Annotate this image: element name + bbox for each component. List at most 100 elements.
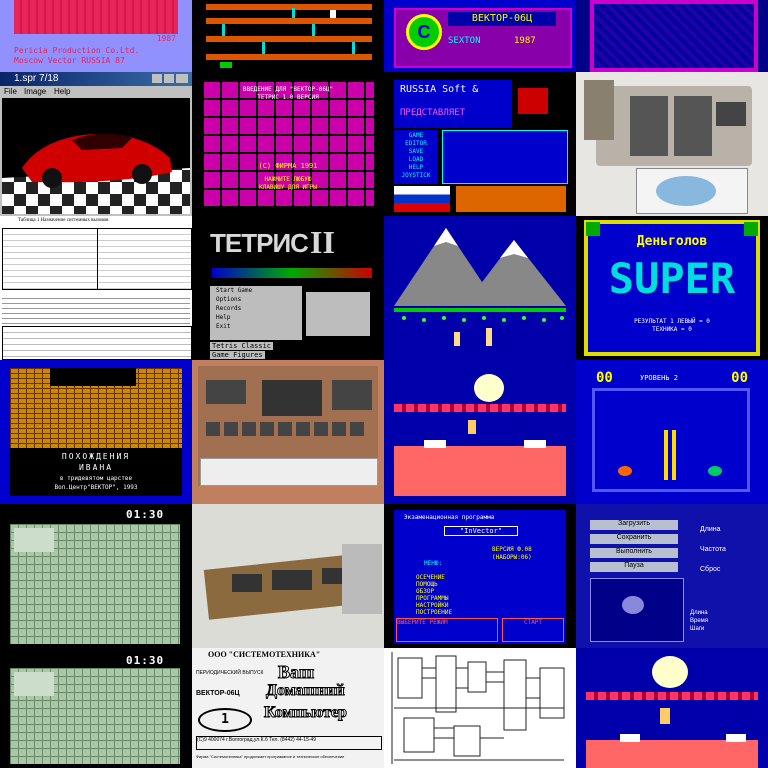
invector-box: "InVector" xyxy=(444,526,518,536)
score-right: 00 xyxy=(731,370,748,386)
vector-title: ВЕКТОР-06Ц xyxy=(448,12,556,26)
menu-editor[interactable]: EDITOR xyxy=(394,140,438,148)
sim-ball-icon xyxy=(622,596,644,614)
menu-item-6[interactable]: ПОСТРОЕНИЕ xyxy=(416,609,506,616)
tile-invector-menu: Экзаменационная программа "InVector" ВЕР… xyxy=(384,504,576,648)
tile-circuit-schematic xyxy=(384,648,576,768)
ivan-line-2: ИВАНА xyxy=(78,463,114,472)
duck-left-icon xyxy=(618,466,632,476)
sim-button-2[interactable]: Сохранить xyxy=(590,534,678,544)
menu-item-3[interactable]: ОБЗОР xyxy=(416,588,506,595)
ad-header: ООО "СИСТЕМОТЕХНИКА" xyxy=(208,650,321,659)
menu-save[interactable]: SAVE xyxy=(394,148,438,156)
menu-records[interactable]: Records xyxy=(210,304,302,313)
ad-left-2: ВЕКТОР-06Ц xyxy=(196,690,240,697)
readout-1: Длина xyxy=(690,610,708,616)
menu-exit[interactable]: Exit xyxy=(210,322,302,331)
close-button[interactable] xyxy=(176,74,188,83)
sim-side-2: Частота xyxy=(700,546,726,553)
intro-line-1: ВВЕДЕНИЕ ДЛЯ "ВЕКТОР-06Ц" xyxy=(242,86,334,93)
sim-side-1: Длина xyxy=(700,526,721,533)
year-text: 1987 xyxy=(156,34,176,43)
vector-bottom-right: 1987 xyxy=(514,36,536,46)
sim-button-4[interactable]: Пауза xyxy=(590,562,678,572)
ad-left-1: ПЕРИОДИЧЕСКИЙ ВЫПУСК xyxy=(196,670,264,676)
ivan-line-4: Вол.Центр"ВЕКТОР", 1993 xyxy=(54,484,138,491)
moon-icon-2 xyxy=(652,656,688,688)
menu-start[interactable]: Start Game xyxy=(210,286,302,295)
menu-bar: File Image Help xyxy=(0,86,192,98)
sim-button-3[interactable]: Выполнить xyxy=(590,548,678,558)
tile-russia-soft-menu: RUSSIA Soft & ПРЕДСТАВЛЯЕТ GAME EDITOR S… xyxy=(384,72,576,216)
tile-sprite-viewer-window: 1.spr 7/18 File Image Help xyxy=(0,72,192,216)
c-logo-icon: C xyxy=(406,14,442,50)
tile-simulator-ui: Загрузить Сохранить Выполнить Пауза Длин… xyxy=(576,504,768,648)
menu-help[interactable]: HELP xyxy=(394,164,438,172)
c-logo-orange xyxy=(456,186,566,212)
ivan-line-3: в тридевятом царстве xyxy=(59,475,133,482)
technique-line: ТЕХНИКА = 0 xyxy=(652,326,692,333)
tile-moon-scene xyxy=(384,360,576,504)
platform-game-scene xyxy=(206,4,372,68)
russian-flag-icon xyxy=(394,186,450,212)
sim-button-1[interactable]: Загрузить xyxy=(590,520,678,530)
doc-table-2 xyxy=(2,326,192,360)
super-logo: SUPER xyxy=(608,254,736,303)
minimize-button[interactable] xyxy=(152,74,162,83)
menu-help[interactable]: Help xyxy=(210,313,302,322)
menu-item-4[interactable]: ПРОГРАММЫ xyxy=(416,595,506,602)
ad-contacts: (С)9 400074 г.Волгоград,ул.К.б Тел. (844… xyxy=(196,736,382,750)
maximize-button[interactable] xyxy=(164,74,174,83)
invector-menu-label: МЕНЮ: xyxy=(424,560,443,567)
credit-line-1: Pericia Production Co.Ltd. xyxy=(14,46,140,55)
sim-side-3[interactable]: Сброс xyxy=(700,566,720,573)
tetris-menu: Start Game Options Records Help Exit xyxy=(210,286,302,340)
tile-tetris-two: ТЕТРИС II Start Game Options Records Hel… xyxy=(192,216,384,360)
tile-pcb-photo xyxy=(192,360,384,504)
ad-line-1: Ваш xyxy=(277,662,315,683)
menu-load[interactable]: LOAD xyxy=(394,156,438,164)
car-render xyxy=(2,98,190,214)
tile-moon-scene-2 xyxy=(576,648,768,768)
tile-mountain-game xyxy=(384,216,576,360)
ad-line-2: Домашний xyxy=(266,682,346,700)
intro-line-4: НАЖМИТЕ ЛЮБУЮ xyxy=(264,176,312,183)
menu-item-5[interactable]: НАСТРОЙКИ xyxy=(416,602,506,609)
doc-paragraph xyxy=(2,294,190,324)
invector-sets: (НАБОРЫ:06) xyxy=(492,554,532,561)
menu-item-2[interactable]: ПОМОЩЬ xyxy=(416,581,506,588)
preview-panel xyxy=(442,130,568,184)
schematic-drawing xyxy=(391,652,565,764)
screenshot-collage: 1987 Pericia Production Co.Ltd. Moscow V… xyxy=(0,0,768,768)
intro-line-2: ТЕТРИС 1.0 ВЕРСИЯ xyxy=(257,94,319,101)
window-title-bar: 1.spr 7/18 xyxy=(0,72,192,86)
russia-soft-heading: RUSSIA Soft & xyxy=(400,84,479,95)
moon-icon xyxy=(474,374,504,402)
menu-game[interactable]: GAME xyxy=(394,132,438,140)
invector-footer-right: СТАРТ xyxy=(502,618,564,642)
readout-3: Шаги xyxy=(690,626,705,632)
menu-joystick[interactable]: JOYSTICK xyxy=(394,172,438,180)
menu-panel: GAME EDITOR SAVE LOAD HELP JOYSTICK xyxy=(394,130,438,184)
intro-line-5: КЛАВИШУ ДЛЯ ИГРЫ xyxy=(259,184,317,191)
ivan-line-1: ПОХОЖДЕНИЯ xyxy=(61,452,131,461)
tile-eprom-photo xyxy=(576,72,768,216)
menu-file[interactable]: File xyxy=(4,87,17,96)
tile-ivan-adventures: ПОХОЖДЕНИЯ ИВАНА в тридевятом царстве Во… xyxy=(0,360,192,504)
eagle-emblem-icon xyxy=(518,88,548,114)
ad-line-3: Компьютер xyxy=(264,704,348,722)
menu-options[interactable]: Options xyxy=(210,295,302,304)
tile-pericia-intro: 1987 Pericia Production Co.Ltd. Moscow V… xyxy=(0,0,192,72)
duck-right-icon xyxy=(708,466,722,476)
menu-help[interactable]: Help xyxy=(54,87,70,96)
dengolov-title: Деньголов xyxy=(636,234,708,249)
result-line: РЕЗУЛЬТАТ 1 ЛЕВЫЙ = 0 xyxy=(634,318,710,325)
ad-badge: 1 xyxy=(198,708,252,732)
menu-item-1[interactable]: ОСЕЧЕНИЕ xyxy=(416,574,506,581)
tile-documentation-table: Таблица 1 Назначение системных вызовов xyxy=(0,216,192,360)
score-left: 00 xyxy=(596,370,613,386)
tile-minesweeper-1: 01:30 xyxy=(0,504,192,648)
timer-display: 01:30 xyxy=(126,508,165,521)
doc-table xyxy=(2,228,192,290)
menu-image[interactable]: Image xyxy=(24,87,46,96)
